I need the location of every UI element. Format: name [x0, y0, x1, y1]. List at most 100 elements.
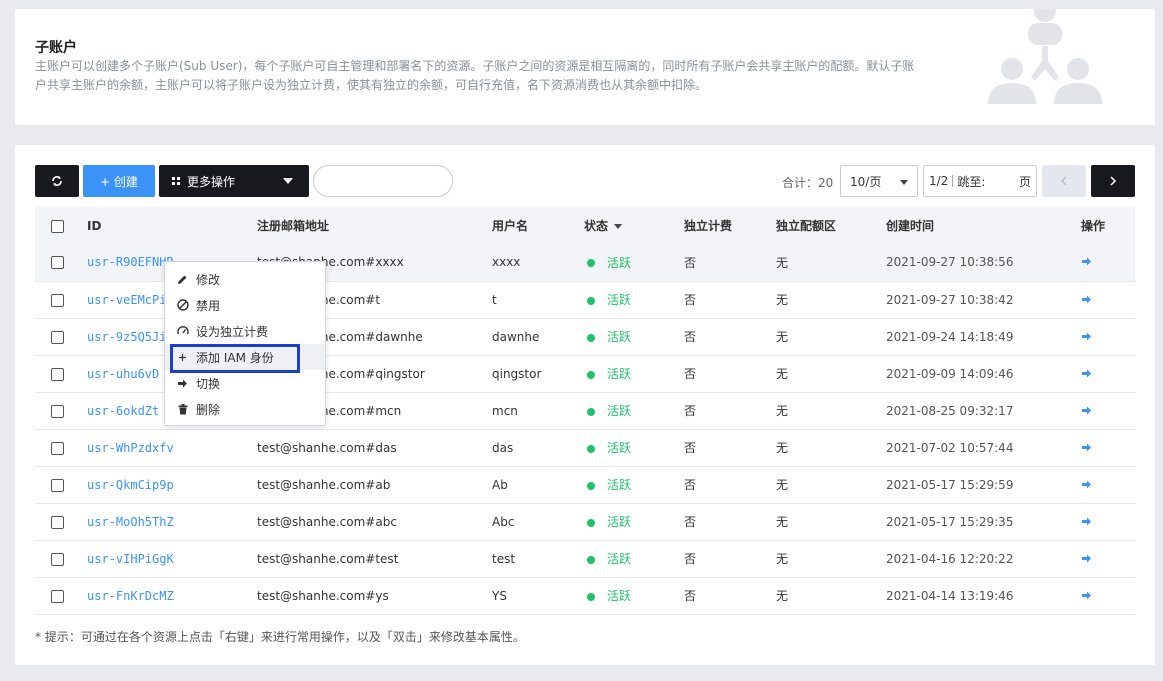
independent-quota-cell: 无	[776, 404, 789, 418]
table-row[interactable]: usr-QkmCip9p test@shanhe.com#ab Ab 活跃 否 无 2021…	[35, 466, 1135, 503]
select-all-checkbox[interactable]	[51, 219, 64, 233]
page-description: 主账户可以创建多个子账户(Sub User)，每个子账户可自主管理和部署名下的资…	[35, 59, 915, 92]
pencil-icon	[176, 273, 189, 286]
status-dot-icon	[587, 407, 595, 416]
arrow-right-icon[interactable]	[1081, 478, 1092, 492]
state-cell: 活跃	[584, 392, 684, 429]
independent-billing-cell: 否	[684, 441, 697, 455]
status-badge: 活跃	[607, 367, 632, 381]
menu-item-label: 切换	[196, 376, 221, 391]
page-indicator: 1/2	[929, 174, 949, 188]
divider	[952, 175, 954, 187]
state-cell: 活跃	[584, 540, 684, 577]
row-checkbox[interactable]	[51, 367, 64, 381]
arrow-right-icon[interactable]	[1081, 367, 1092, 381]
row-checkbox[interactable]	[51, 256, 64, 270]
table-row[interactable]: usr-MoOh5ThZ test@shanhe.com#abc Abc 活跃 否 无 20…	[35, 503, 1135, 540]
header-card: 子账户 主账户可以创建多个子账户(Sub User)，每个子账户可自主管理和部署…	[15, 9, 1155, 125]
independent-billing-cell: 否	[684, 293, 697, 307]
account-id-link[interactable]: usr-veEMcPi	[87, 293, 166, 307]
col-state-label: 状态	[584, 219, 609, 233]
menu-item-add-iam-identity[interactable]: 添加 IAM 身份	[165, 344, 325, 373]
arrow-right-icon[interactable]	[1081, 515, 1092, 529]
row-checkbox[interactable]	[51, 330, 64, 344]
page-title: 子账户	[35, 40, 77, 56]
more-actions-label: 更多操作	[187, 174, 236, 189]
menu-item-switch[interactable]: 切换	[165, 370, 325, 396]
row-checkbox[interactable]	[51, 515, 64, 529]
menu-item-independent-billing[interactable]: 设为独立计费	[165, 318, 325, 344]
col-state[interactable]: 状态	[584, 207, 684, 244]
independent-quota-cell: 无	[776, 515, 789, 529]
independent-billing-cell: 否	[684, 255, 697, 270]
independent-quota-cell: 无	[776, 255, 789, 270]
more-actions-dropdown[interactable]: 更多操作	[159, 165, 309, 197]
status-dot-icon	[587, 481, 595, 490]
independent-quota-cell: 无	[776, 330, 789, 344]
page-jump[interactable]: 1/2 跳至: 页	[923, 165, 1037, 197]
refresh-icon	[52, 176, 62, 186]
independent-billing-cell: 否	[684, 330, 697, 344]
menu-item-edit[interactable]: 修改	[165, 266, 325, 292]
col-independent-billing: 独立计费	[684, 219, 733, 233]
row-checkbox[interactable]	[51, 404, 64, 418]
username-cell: das	[492, 440, 514, 455]
menu-item-disable[interactable]: 禁用	[165, 292, 325, 318]
independent-billing-cell: 否	[684, 367, 697, 381]
status-badge: 活跃	[607, 441, 632, 455]
username-cell: Abc	[492, 514, 515, 529]
arrow-right-icon[interactable]	[1081, 404, 1092, 418]
page-size-select[interactable]: 10/页	[840, 165, 918, 197]
refresh-button[interactable]	[35, 165, 79, 197]
search-input[interactable]	[313, 165, 453, 197]
state-cell: 活跃	[584, 429, 684, 466]
account-id-link[interactable]: usr-9z5Q5Ji	[87, 330, 166, 344]
created-time-cell: 2021-05-17 15:29:59	[886, 477, 1014, 492]
sort-down-icon[interactable]	[614, 224, 623, 229]
email-cell: test@shanhe.com#ab	[257, 477, 391, 492]
account-id-link[interactable]: usr-6okdZt	[87, 404, 159, 418]
username-cell: qingstor	[492, 366, 542, 381]
arrow-right-icon[interactable]	[1081, 293, 1092, 307]
col-independent-quota: 独立配额区	[776, 219, 837, 233]
account-id-link[interactable]: usr-WhPzdxfv	[87, 441, 174, 455]
menu-item-label: 设为独立计费	[196, 324, 269, 339]
table-row[interactable]: usr-FnKrDcMZ test@shanhe.com#ys YS 活跃 否 无 2021…	[35, 577, 1135, 614]
table-row[interactable]: usr-WhPzdxfv test@shanhe.com#das das 活跃 否 无 20…	[35, 429, 1135, 466]
arrow-right-icon[interactable]	[1081, 330, 1092, 344]
independent-quota-cell: 无	[776, 441, 789, 455]
table-header-row: ID 注册邮箱地址 用户名 状态 独立计费 独立配额区 创建时间 操作	[35, 207, 1135, 244]
created-time-cell: 2021-09-24 14:18:49	[886, 329, 1014, 344]
arrow-right-icon[interactable]	[1081, 552, 1092, 566]
plus-icon	[176, 351, 189, 364]
account-id-link[interactable]: usr-uhu6vD	[87, 367, 159, 381]
created-time-cell: 2021-09-09 14:09:46	[886, 366, 1014, 381]
arrow-right-icon[interactable]	[1081, 589, 1092, 603]
menu-item-delete[interactable]: 删除	[165, 396, 325, 422]
menu-item-label: 禁用	[196, 298, 221, 313]
col-actions: 操作	[1081, 219, 1106, 233]
col-id[interactable]: ID	[87, 207, 257, 244]
col-created: 创建时间	[886, 219, 935, 233]
create-button[interactable]: + 创建	[83, 165, 155, 197]
independent-quota-cell: 无	[776, 293, 789, 307]
page-unit: 页	[1018, 174, 1031, 189]
account-id-link[interactable]: usr-MoOh5ThZ	[87, 515, 174, 529]
arrow-right-icon[interactable]	[1081, 441, 1092, 455]
prev-page-button[interactable]	[1042, 165, 1086, 197]
row-checkbox[interactable]	[51, 441, 64, 455]
account-id-link[interactable]: usr-FnKrDcMZ	[87, 589, 174, 603]
account-id-link[interactable]: usr-R90EFNHR	[87, 255, 174, 269]
next-page-button[interactable]	[1091, 165, 1135, 197]
arrow-right-icon[interactable]	[1081, 255, 1092, 269]
chevron-down-icon	[283, 178, 293, 184]
row-checkbox[interactable]	[51, 589, 64, 603]
email-cell: test@shanhe.com#ys	[257, 588, 389, 603]
table-row[interactable]: usr-vIHPiGgK test@shanhe.com#test test 活跃 否 无…	[35, 540, 1135, 577]
account-id-link[interactable]: usr-QkmCip9p	[87, 478, 174, 492]
account-id-link[interactable]: usr-vIHPiGgK	[87, 552, 174, 566]
row-checkbox[interactable]	[51, 293, 64, 307]
independent-quota-cell: 无	[776, 552, 789, 566]
row-checkbox[interactable]	[51, 478, 64, 492]
row-checkbox[interactable]	[51, 552, 64, 566]
